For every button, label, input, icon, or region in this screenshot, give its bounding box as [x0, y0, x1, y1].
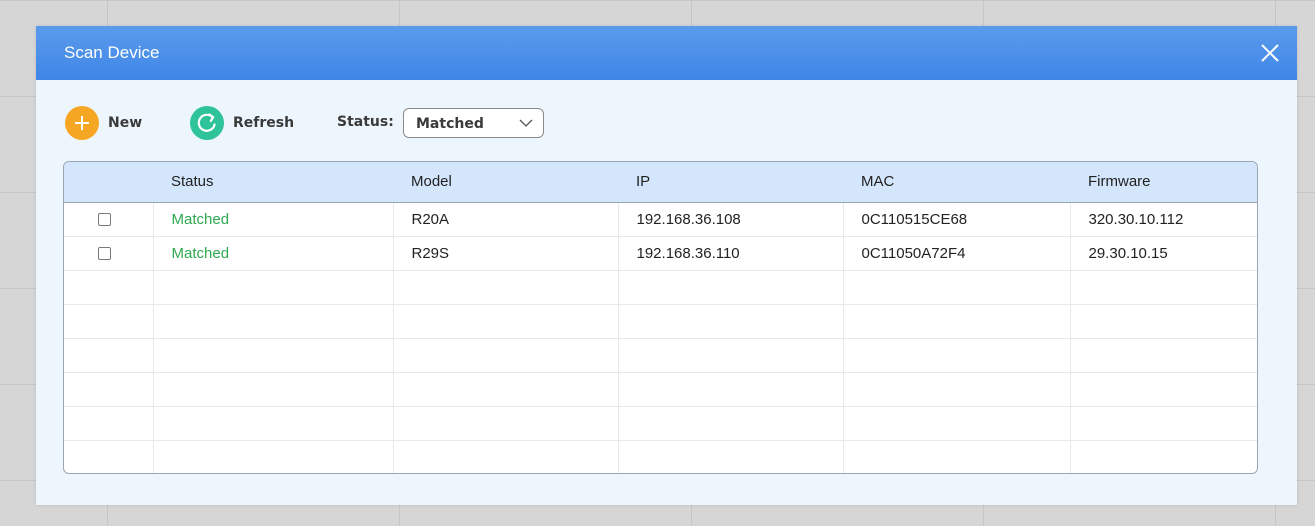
- empty-table-row: [64, 371, 1257, 406]
- empty-cell: [843, 303, 1071, 338]
- scan-device-dialog: Scan Device New Refresh Status: Matched …: [36, 26, 1297, 505]
- ip-cell: 192.168.36.110: [618, 235, 844, 270]
- empty-cell: [843, 371, 1071, 406]
- refresh-icon: [190, 106, 224, 140]
- empty-cell: [843, 269, 1071, 304]
- mac-cell: 0C110515CE68: [843, 202, 1071, 236]
- empty-cell: [618, 303, 844, 338]
- empty-cell: [153, 303, 394, 338]
- mac-cell: 0C11050A72F4: [843, 235, 1071, 270]
- dialog-title: Scan Device: [64, 43, 160, 62]
- empty-cell: [153, 371, 394, 406]
- toolbar: New Refresh Status: Matched: [36, 80, 1297, 160]
- empty-cell: [618, 439, 844, 473]
- status-filter-value: Matched: [416, 116, 484, 132]
- dialog-titlebar: Scan Device: [36, 26, 1297, 80]
- empty-cell: [64, 269, 154, 304]
- status-filter-label: Status:: [337, 114, 394, 130]
- column-header-status[interactable]: Status: [153, 162, 393, 203]
- empty-cell: [153, 439, 394, 473]
- row-checkbox[interactable]: [98, 212, 111, 226]
- empty-cell: [1070, 337, 1257, 372]
- table-header-row: Status Model IP MAC Firmware: [64, 162, 1257, 203]
- table-row[interactable]: Matched R29S 192.168.36.110 0C11050A72F4…: [64, 235, 1257, 270]
- empty-cell: [393, 303, 619, 338]
- column-header-ip[interactable]: IP: [618, 162, 843, 203]
- empty-cell: [1070, 405, 1257, 440]
- refresh-button[interactable]: Refresh: [190, 106, 294, 140]
- empty-cell: [153, 405, 394, 440]
- empty-cell: [1070, 269, 1257, 304]
- empty-cell: [153, 269, 394, 304]
- empty-table-row: [64, 337, 1257, 372]
- column-header-firmware[interactable]: Firmware: [1070, 162, 1257, 203]
- column-header-mac[interactable]: MAC: [843, 162, 1070, 203]
- refresh-button-label: Refresh: [233, 115, 295, 131]
- row-select-cell: [64, 202, 154, 236]
- model-cell: R29S: [393, 235, 619, 270]
- empty-cell: [1070, 371, 1257, 406]
- new-button-label: New: [108, 115, 143, 131]
- empty-cell: [1070, 439, 1257, 473]
- empty-cell: [1070, 303, 1257, 338]
- status-cell: Matched: [153, 202, 394, 236]
- empty-cell: [64, 337, 154, 372]
- ip-cell: 192.168.36.108: [618, 202, 844, 236]
- column-header-select: [64, 162, 153, 203]
- empty-cell: [843, 405, 1071, 440]
- close-button[interactable]: [1257, 40, 1283, 66]
- device-table: Status Model IP MAC Firmware Matched R20…: [63, 161, 1258, 474]
- close-icon: [1261, 44, 1279, 62]
- empty-table-row: [64, 303, 1257, 338]
- status-cell: Matched: [153, 235, 394, 270]
- empty-cell: [64, 303, 154, 338]
- new-button[interactable]: New: [65, 106, 142, 140]
- column-header-model[interactable]: Model: [393, 162, 618, 203]
- empty-cell: [393, 269, 619, 304]
- firmware-cell: 29.30.10.15: [1070, 235, 1257, 270]
- empty-cell: [393, 405, 619, 440]
- empty-cell: [393, 439, 619, 473]
- empty-cell: [393, 337, 619, 372]
- plus-icon: [65, 106, 99, 140]
- empty-table-row: [64, 269, 1257, 304]
- row-checkbox[interactable]: [98, 246, 111, 260]
- empty-cell: [153, 337, 394, 372]
- empty-cell: [618, 337, 844, 372]
- empty-table-row: [64, 405, 1257, 440]
- empty-cell: [64, 405, 154, 440]
- chevron-down-icon: [519, 119, 533, 127]
- empty-cell: [64, 371, 154, 406]
- status-filter-select[interactable]: Matched: [403, 108, 544, 138]
- table-row[interactable]: Matched R20A 192.168.36.108 0C110515CE68…: [64, 202, 1257, 236]
- empty-cell: [64, 439, 154, 473]
- empty-cell: [618, 269, 844, 304]
- empty-cell: [843, 337, 1071, 372]
- empty-cell: [843, 439, 1071, 473]
- model-cell: R20A: [393, 202, 619, 236]
- firmware-cell: 320.30.10.112: [1088, 210, 1184, 228]
- empty-table-row: [64, 439, 1257, 473]
- empty-cell: [618, 371, 844, 406]
- empty-cell: [393, 371, 619, 406]
- row-select-cell: [64, 235, 154, 270]
- empty-cell: [618, 405, 844, 440]
